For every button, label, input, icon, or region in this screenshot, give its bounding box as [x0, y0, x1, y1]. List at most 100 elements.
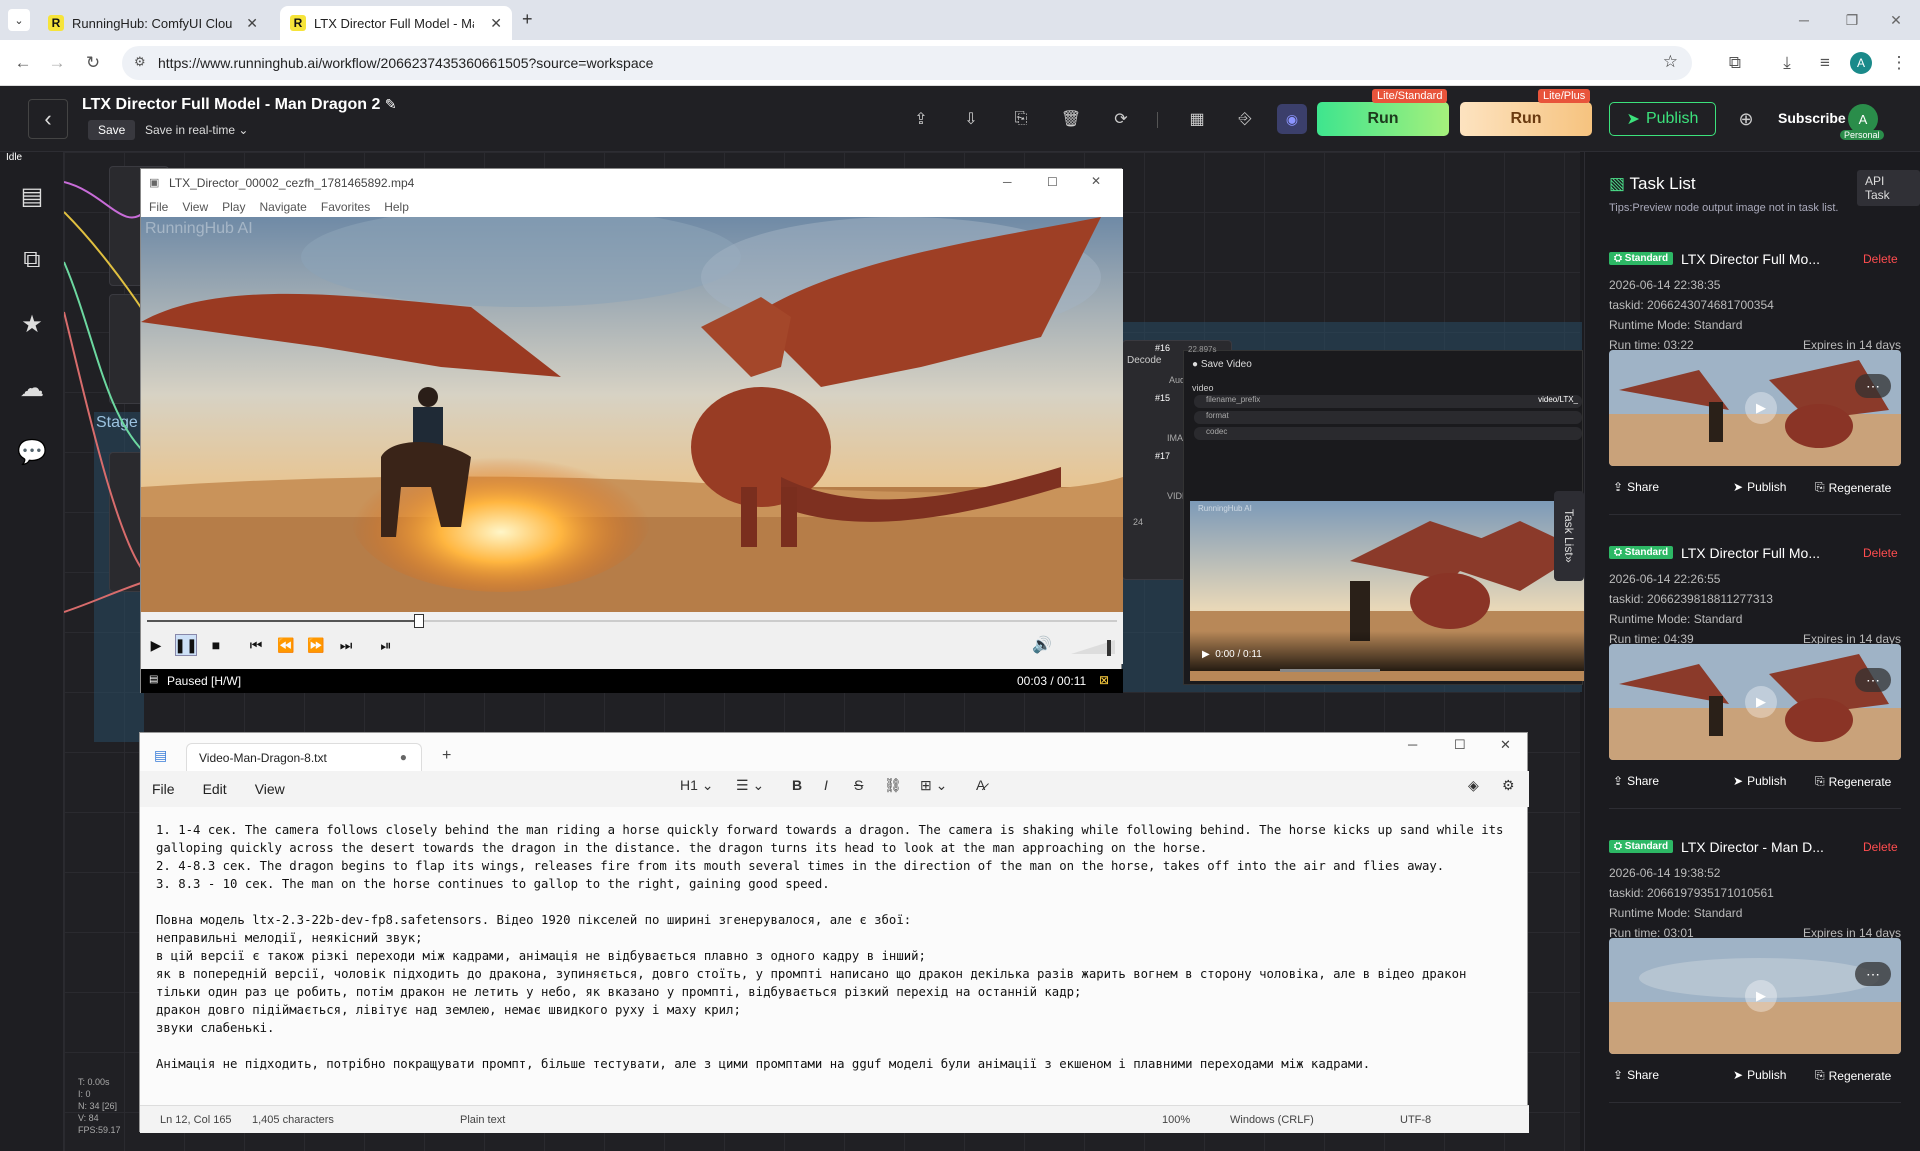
task-card[interactable]: ⛭ Standard LTX Director Full Mo... Delet…: [1609, 545, 1901, 826]
notepad-tab[interactable]: Video-Man-Dragon-8.txt ●: [186, 743, 422, 771]
save-mode-dropdown[interactable]: Save in real-time ⌄: [145, 123, 248, 137]
grid-layout-icon[interactable]: ▦: [1186, 108, 1208, 130]
close-tab-icon[interactable]: ✕: [246, 15, 258, 32]
more-options-icon[interactable]: ⋯: [1855, 962, 1891, 986]
regenerate-button[interactable]: ⎘ Regenerate: [1815, 480, 1891, 495]
export-icon[interactable]: ⎘: [1010, 108, 1032, 130]
close-icon[interactable]: ✕: [1091, 174, 1101, 188]
media-controls-icon[interactable]: ≡: [1812, 50, 1838, 76]
tab-search-icon[interactable]: ⌄: [8, 9, 30, 31]
media-player-window[interactable]: ▣ LTX_Director_00002_cezfh_1781465892.mp…: [140, 168, 1123, 693]
menu-view[interactable]: View: [182, 200, 208, 214]
more-options-icon[interactable]: ⋯: [1855, 374, 1891, 398]
clear-format-icon[interactable]: A̷: [976, 777, 985, 793]
delete-button[interactable]: Delete: [1863, 840, 1898, 854]
document-icon[interactable]: ▤: [18, 182, 46, 210]
heading-dropdown[interactable]: H1 ⌄: [680, 777, 714, 794]
play-icon[interactable]: ▶: [1745, 980, 1777, 1012]
link-icon[interactable]: ⛓: [884, 777, 902, 794]
line-ending[interactable]: Windows (CRLF): [1230, 1114, 1314, 1126]
minimize-icon[interactable]: ─: [1408, 737, 1417, 752]
workflow-tree-icon[interactable]: ⧉: [18, 246, 46, 274]
volume-slider[interactable]: [1071, 640, 1115, 656]
browser-menu-icon[interactable]: ⋮: [1886, 50, 1912, 76]
delete-button[interactable]: Delete: [1863, 252, 1898, 266]
menu-play[interactable]: Play: [222, 200, 245, 214]
back-button[interactable]: ‹: [28, 99, 68, 139]
regenerate-button[interactable]: ⎘ Regenerate: [1815, 1068, 1891, 1083]
codec-widget[interactable]: codec: [1194, 427, 1582, 440]
minimize-icon[interactable]: ─: [1003, 175, 1012, 189]
previous-icon[interactable]: ⏮: [245, 634, 267, 656]
close-window-icon[interactable]: ✕: [1876, 8, 1916, 32]
restore-window-icon[interactable]: ❐: [1832, 8, 1872, 32]
menu-view[interactable]: View: [255, 781, 285, 797]
copilot-icon[interactable]: ◈: [1468, 777, 1479, 794]
player-title-bar[interactable]: ▣ LTX_Director_00002_cezfh_1781465892.mp…: [141, 169, 1123, 197]
delete-button[interactable]: Delete: [1863, 546, 1898, 560]
share-button[interactable]: ⇪ Share: [1613, 774, 1659, 788]
strikethrough-icon[interactable]: S: [854, 777, 863, 793]
regenerate-button[interactable]: ⎘ Regenerate: [1815, 774, 1891, 789]
next-icon[interactable]: ⏭: [335, 634, 357, 656]
notepad-text-area[interactable]: 1. 1-4 сек. The camera follows closely b…: [156, 821, 1518, 1091]
new-tab-icon[interactable]: +: [442, 747, 451, 765]
menu-help[interactable]: Help: [384, 200, 409, 214]
volume-icon[interactable]: 🔊: [1031, 634, 1053, 656]
download-icon[interactable]: ⇩: [960, 108, 982, 130]
play-icon[interactable]: ▶: [1745, 686, 1777, 718]
filename-prefix-widget[interactable]: filename_prefix video/LTX_: [1194, 395, 1582, 408]
run-standard-button[interactable]: Run: [1317, 102, 1449, 136]
task-thumbnail[interactable]: ▶ ⋯: [1609, 644, 1901, 760]
bold-icon[interactable]: B: [792, 777, 802, 793]
browser-tab-ltx-director[interactable]: R LTX Director Full Model - Man D ✕: [280, 6, 512, 40]
new-tab-icon[interactable]: +: [522, 9, 533, 30]
menu-navigate[interactable]: Navigate: [259, 200, 306, 214]
save-button[interactable]: Save: [88, 120, 136, 140]
publish-button[interactable]: ➤ Publish: [1733, 774, 1786, 788]
refresh-icon[interactable]: ⟳: [1110, 108, 1132, 130]
fast-forward-icon[interactable]: ⏩: [305, 634, 327, 656]
edit-share-icon[interactable]: ⎆: [1234, 108, 1256, 130]
save-video-node[interactable]: 22.897s ● Save Video video filename_pref…: [1183, 345, 1584, 685]
close-tab-icon[interactable]: ✕: [490, 15, 502, 32]
globe-icon[interactable]: ⊕: [1735, 108, 1757, 130]
chat-icon[interactable]: 💬: [17, 438, 47, 466]
minimize-window-icon[interactable]: ─: [1784, 8, 1824, 32]
menu-file[interactable]: File: [149, 200, 168, 214]
trash-icon[interactable]: 🗑: [1060, 108, 1082, 130]
more-options-icon[interactable]: ⋯: [1855, 668, 1891, 692]
star-icon[interactable]: ★: [18, 310, 46, 338]
forward-arrow-icon[interactable]: →: [44, 50, 70, 76]
task-card[interactable]: ⛭ Standard LTX Director - Man D... Delet…: [1609, 839, 1901, 1120]
notepad-window[interactable]: ▤ Video-Man-Dragon-8.txt ● + ─ ☐ ✕ File …: [139, 732, 1529, 1133]
table-icon[interactable]: ⊞ ⌄: [920, 777, 947, 794]
menu-edit[interactable]: Edit: [203, 781, 227, 797]
video-frame[interactable]: RunningHub AI: [141, 217, 1123, 612]
task-thumbnail[interactable]: ▶ ⋯: [1609, 938, 1901, 1054]
share-button[interactable]: ⇪ Share: [1613, 1068, 1659, 1082]
task-thumbnail[interactable]: ▶ ⋯: [1609, 350, 1901, 466]
publish-button[interactable]: ➤ Publish: [1733, 1068, 1786, 1082]
task-card[interactable]: ⛭ Standard LTX Director Full Mo... Delet…: [1609, 251, 1901, 532]
extensions-icon[interactable]: ⧉: [1722, 50, 1748, 76]
publish-button[interactable]: ➤ Publish: [1609, 102, 1716, 136]
browser-tab-runninghub[interactable]: R RunningHub: ComfyUI Cloud, C ✕: [38, 6, 268, 40]
settings-gear-icon[interactable]: ⚙: [1502, 777, 1515, 794]
video-preview[interactable]: RunningHub AI ▶ 0:00 / 0:11: [1190, 501, 1584, 681]
menu-file[interactable]: File: [152, 781, 175, 797]
task-list-side-tab[interactable]: Task List »: [1554, 491, 1584, 581]
cloud-icon[interactable]: ☁: [18, 374, 46, 402]
edit-pencil-icon[interactable]: ✎: [385, 96, 397, 112]
pause-icon[interactable]: ❚❚: [174, 634, 198, 656]
play-icon[interactable]: ▶: [145, 634, 167, 656]
zoom-level[interactable]: 100%: [1162, 1114, 1190, 1126]
subscribe-link[interactable]: Subscribe: [1778, 110, 1846, 126]
bookmark-star-icon[interactable]: ☆: [1663, 52, 1678, 72]
profile-avatar[interactable]: A: [1850, 52, 1872, 74]
maximize-icon[interactable]: ☐: [1454, 737, 1466, 753]
menu-favorites[interactable]: Favorites: [321, 200, 370, 214]
upload-icon[interactable]: ⇪: [910, 108, 932, 130]
seek-thumb[interactable]: [413, 614, 424, 628]
maximize-icon[interactable]: ☐: [1047, 175, 1058, 189]
